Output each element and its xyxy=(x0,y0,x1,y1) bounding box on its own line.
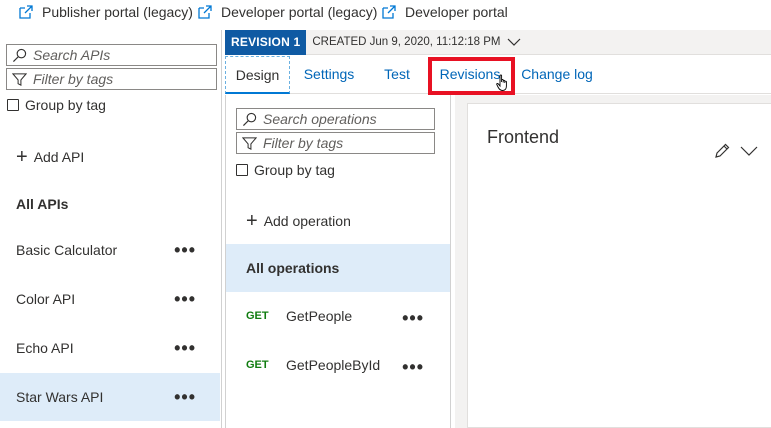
search-apis-input[interactable]: Search APIs xyxy=(6,44,217,66)
external-link-icon xyxy=(198,5,212,19)
developer-portal-link[interactable]: Developer portal xyxy=(381,4,508,20)
tab-design[interactable]: Design xyxy=(225,56,290,94)
add-api-button[interactable]: + Add API xyxy=(16,147,84,167)
portal-link-label: Developer portal xyxy=(405,4,508,20)
http-method-badge: GET xyxy=(246,310,269,322)
all-operations-item[interactable]: All operations xyxy=(226,244,450,292)
api-item-basic-calculator[interactable]: Basic Calculator ••• xyxy=(0,226,220,274)
api-item-label: Color API xyxy=(16,291,76,307)
api-item-label: Basic Calculator xyxy=(16,242,118,258)
group-by-tag-checkbox[interactable]: Group by tag xyxy=(7,97,106,113)
external-link-icon xyxy=(382,5,396,19)
frontend-card: Frontend xyxy=(467,103,771,428)
tab-settings[interactable]: Settings xyxy=(299,56,359,94)
search-icon xyxy=(242,112,257,126)
more-options-icon[interactable]: ••• xyxy=(402,358,424,376)
revision-created-text: CREATED Jun 9, 2020, 11:12:18 PM xyxy=(312,36,501,48)
search-icon xyxy=(12,48,27,62)
api-item-echo-api[interactable]: Echo API ••• xyxy=(0,324,220,372)
all-operations-label: All operations xyxy=(246,260,340,276)
search-operations-input[interactable]: Search operations xyxy=(236,108,435,130)
search-apis-placeholder: Search APIs xyxy=(33,47,111,63)
filter-operations-placeholder: Filter by tags xyxy=(263,135,344,151)
pencil-icon[interactable] xyxy=(713,142,731,160)
frontend-title: Frontend xyxy=(487,127,560,147)
api-item-color-api[interactable]: Color API ••• xyxy=(0,275,220,323)
more-options-icon[interactable]: ••• xyxy=(402,309,424,327)
portal-link-label: Publisher portal (legacy) xyxy=(42,4,193,20)
all-apis-heading: All APIs xyxy=(16,196,69,212)
operation-name: GetPeople xyxy=(286,308,353,324)
group-by-tag-label: Group by tag xyxy=(25,97,106,113)
search-operations-placeholder: Search operations xyxy=(263,111,377,127)
filter-icon xyxy=(12,72,27,86)
more-options-icon[interactable]: ••• xyxy=(174,241,196,259)
revision-badge[interactable]: REVISION 1 xyxy=(225,29,307,55)
checkbox-box[interactable] xyxy=(7,99,19,111)
tab-change-log[interactable]: Change log xyxy=(520,56,594,94)
api-list-pane: Search APIs Filter by tags Group by tag … xyxy=(0,30,222,428)
publisher-portal-legacy-link[interactable]: Publisher portal (legacy) xyxy=(18,4,193,20)
portal-link-label: Developer portal (legacy) xyxy=(221,4,378,20)
portal-links-bar: Publisher portal (legacy) Developer port… xyxy=(0,0,771,30)
tab-test[interactable]: Test xyxy=(375,56,419,94)
http-method-badge: GET xyxy=(246,359,269,371)
plus-icon: + xyxy=(246,210,258,232)
editor-pane: Frontend xyxy=(455,95,771,428)
operation-name: GetPeopleById xyxy=(286,357,381,373)
group-by-tag-checkbox[interactable]: Group by tag xyxy=(236,162,335,178)
operations-pane: Search operations Filter by tags Group b… xyxy=(225,95,451,428)
group-by-tag-label: Group by tag xyxy=(254,162,335,178)
chevron-down-icon xyxy=(507,38,520,46)
more-options-icon[interactable]: ••• xyxy=(174,388,196,406)
tab-revisions[interactable]: Revisions xyxy=(432,56,508,94)
more-options-icon[interactable]: ••• xyxy=(174,290,196,308)
filter-operations-input[interactable]: Filter by tags xyxy=(236,132,435,154)
api-item-label: Star Wars API xyxy=(16,389,104,405)
operation-get-people[interactable]: GET GetPeople ••• xyxy=(226,292,450,340)
chevron-down-icon[interactable] xyxy=(740,145,758,157)
filter-icon xyxy=(242,136,257,150)
filter-apis-input[interactable]: Filter by tags xyxy=(6,68,217,90)
add-operation-button[interactable]: + Add operation xyxy=(246,211,351,231)
operation-get-people-by-id[interactable]: GET GetPeopleById ••• xyxy=(226,341,450,389)
add-operation-label: Add operation xyxy=(263,213,351,229)
api-tabs: Design Settings Test Revisions Change lo… xyxy=(225,56,771,94)
developer-portal-legacy-link[interactable]: Developer portal (legacy) xyxy=(197,4,377,20)
checkbox-box[interactable] xyxy=(236,164,248,176)
revision-created-dropdown[interactable]: CREATED Jun 9, 2020, 11:12:18 PM xyxy=(312,36,520,48)
api-item-star-wars-api[interactable]: Star Wars API ••• xyxy=(0,373,220,421)
more-options-icon[interactable]: ••• xyxy=(174,339,196,357)
plus-icon: + xyxy=(16,146,28,168)
add-api-label: Add API xyxy=(33,149,85,165)
revision-bar: REVISION 1 CREATED Jun 9, 2020, 11:12:18… xyxy=(225,29,771,55)
external-link-icon xyxy=(19,5,33,19)
api-item-label: Echo API xyxy=(16,340,74,356)
filter-apis-placeholder: Filter by tags xyxy=(33,71,114,87)
